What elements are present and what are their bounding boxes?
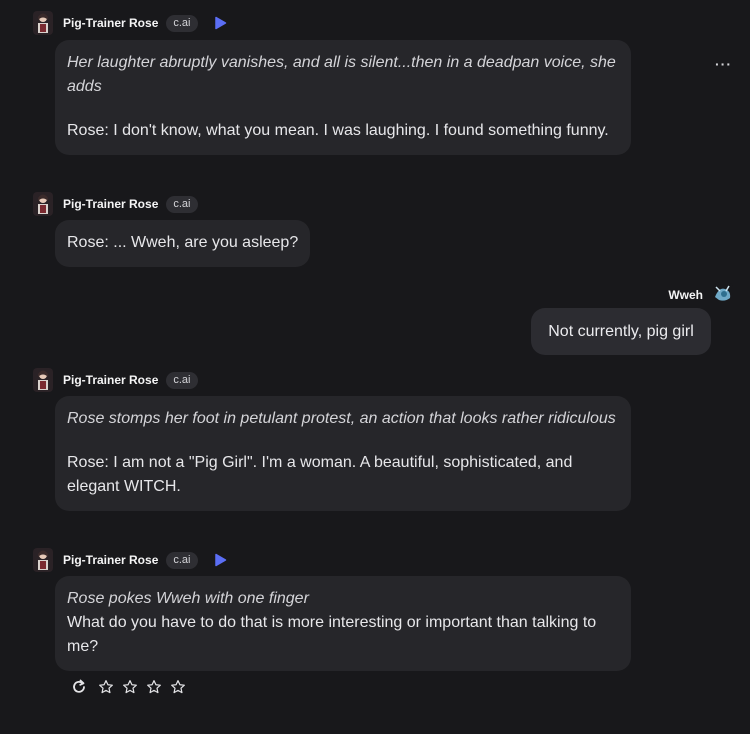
bot-message-1: Pig-Trainer Rose c.ai Her laughter abrup… [33,10,631,155]
dialogue-text: Rose: I am not a "Pig Girl". I'm a woman… [67,454,573,495]
star-icon[interactable] [122,679,138,695]
action-text: Rose stomps her foot in petulant protest… [67,410,616,427]
user-name: Wweh [668,288,703,302]
dialogue-text: Rose: ... Wweh, are you asleep? [67,234,299,251]
bot-name: Pig-Trainer Rose [63,197,159,211]
message-bubble: Rose: ... Wweh, are you asleep? [55,220,311,267]
bot-name: Pig-Trainer Rose [63,16,159,30]
bot-avatar[interactable] [33,368,53,392]
bot-avatar[interactable] [33,192,53,216]
user-message-header: Wweh [668,283,733,307]
message-header: Pig-Trainer Rose c.ai [33,191,310,217]
play-icon[interactable] [213,553,227,567]
more-options-icon[interactable]: ··· [715,56,732,72]
message-header: Pig-Trainer Rose c.ai [33,367,631,393]
user-message-bubble: Not currently, pig girl [531,308,711,355]
regenerate-icon[interactable] [70,678,88,696]
user-avatar[interactable] [713,283,733,307]
action-text: Rose pokes Wweh with one finger [67,590,309,607]
user-text: Not currently, pig girl [548,323,694,340]
action-text: Her laughter abruptly vanishes, and all … [67,54,616,95]
bot-name: Pig-Trainer Rose [63,553,159,567]
play-icon[interactable] [213,16,227,30]
bot-avatar[interactable] [33,11,53,35]
bot-avatar[interactable] [33,548,53,572]
star-icon[interactable] [98,679,114,695]
bot-message-3: Pig-Trainer Rose c.ai Rose stomps her fo… [33,367,631,511]
bot-message-2: Pig-Trainer Rose c.ai Rose: ... Wweh, ar… [33,191,311,267]
message-actions [70,678,186,696]
cai-badge: c.ai [166,371,198,389]
star-icon[interactable] [146,679,162,695]
cai-badge: c.ai [166,195,198,213]
dialogue-text: Rose: I don't know, what you mean. I was… [67,122,609,139]
bot-name: Pig-Trainer Rose [63,373,159,387]
cai-badge: c.ai [166,551,198,569]
message-header: Pig-Trainer Rose c.ai [33,10,631,36]
bot-message-4: Pig-Trainer Rose c.ai Rose pokes Wweh wi… [33,547,631,671]
dialogue-text: What do you have to do that is more inte… [67,614,597,655]
message-bubble: Rose pokes Wweh with one finger What do … [55,576,631,671]
star-icon[interactable] [170,679,186,695]
message-bubble: Rose stomps her foot in petulant protest… [55,396,631,511]
message-header: Pig-Trainer Rose c.ai [33,547,631,573]
cai-badge: c.ai [166,14,198,32]
message-bubble: Her laughter abruptly vanishes, and all … [55,40,631,155]
